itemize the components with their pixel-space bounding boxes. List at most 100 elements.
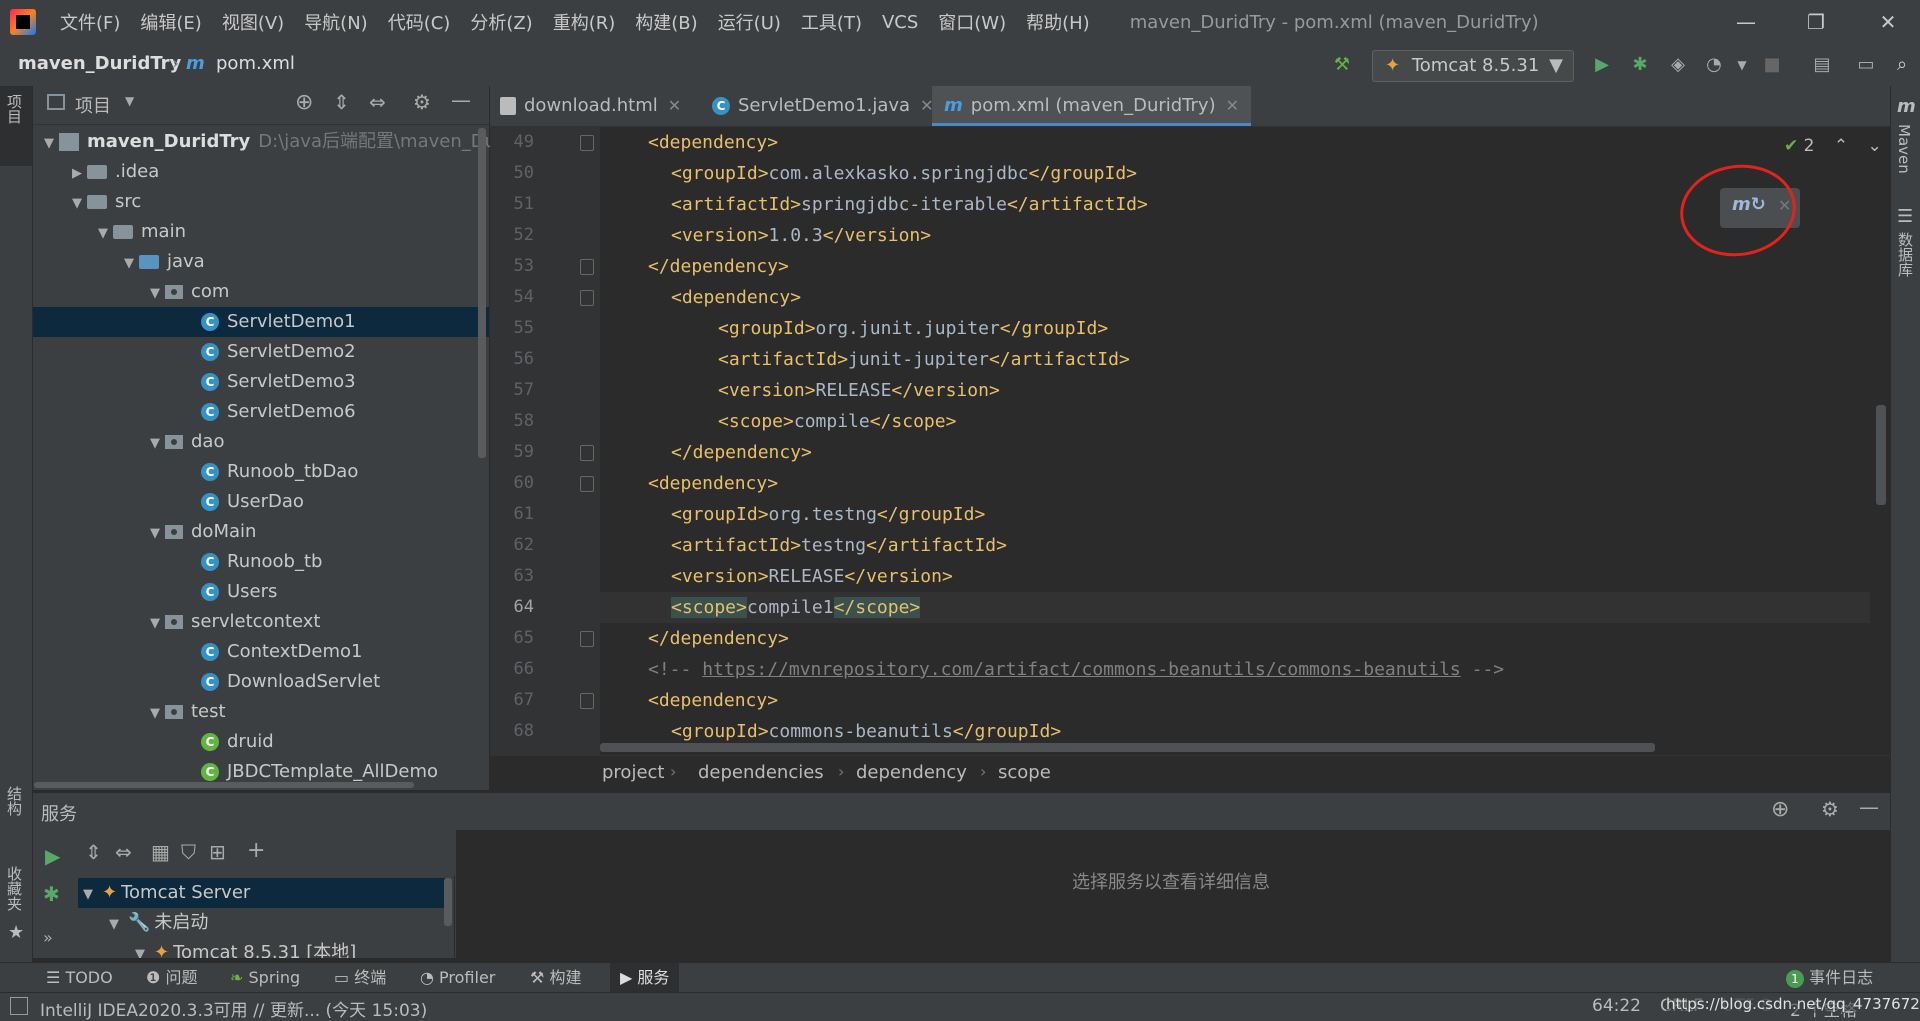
tool-tab-build[interactable]: ⚒ 构建: [530, 963, 581, 993]
collapse-all-icon[interactable]: ⇔: [369, 90, 386, 114]
tree-item-src[interactable]: ▼ src: [33, 187, 489, 217]
tool-tab-spring[interactable]: ❧ Spring: [230, 963, 300, 993]
tree-item-servletdemo3[interactable]: C ServletDemo3: [33, 367, 489, 397]
expand-arrow-icon[interactable]: ▼: [67, 189, 87, 219]
expand-arrow-icon[interactable]: ▼: [39, 129, 59, 159]
editor-vertical-scrollbar[interactable]: [1876, 405, 1886, 505]
fold-marker-icon[interactable]: [580, 445, 594, 461]
tab-servletdemo1-java[interactable]: C ServletDemo1.java ✕: [712, 86, 933, 126]
menu-help[interactable]: 帮助(H): [1016, 9, 1100, 35]
menu-run[interactable]: 运行(U): [708, 9, 791, 35]
favorites-tool-label[interactable]: 收藏夹: [4, 866, 25, 911]
tab-pom-xml[interactable]: m pom.xml (maven_DuridTry) ✕: [932, 86, 1252, 126]
expand-arrow-icon[interactable]: ▼: [145, 609, 165, 639]
comment-link[interactable]: https://mvnrepository.com/artifact/commo…: [702, 659, 1461, 680]
project-tool-tab[interactable]: 项目: [0, 86, 32, 166]
tree-root[interactable]: ▼ maven_DuridTry D:\java后端配置\maven_Dur: [33, 127, 503, 159]
services-scrollbar[interactable]: [444, 878, 452, 926]
menu-navigate[interactable]: 导航(N): [294, 9, 378, 35]
event-log-button[interactable]: 1 事件日志: [1786, 963, 1873, 993]
fold-marker-icon[interactable]: [580, 631, 594, 647]
chevron-down-icon[interactable]: ⌄: [1868, 136, 1882, 156]
service-tomcat-local[interactable]: ▼ ✦ Tomcat 8.5.31 [本地]: [78, 938, 446, 958]
expand-arrow-icon[interactable]: ▼: [145, 699, 165, 729]
toggle-toolwindows-icon[interactable]: [10, 997, 28, 1015]
tree-item-test[interactable]: ▼ test: [33, 697, 489, 727]
tree-item-users[interactable]: C Users: [33, 577, 489, 607]
collapse-all-icon[interactable]: ⇔: [115, 840, 132, 864]
tree-item-domain[interactable]: ▼ doMain: [33, 517, 489, 547]
tool-tab-terminal[interactable]: ▭ 终端: [334, 963, 386, 993]
minimize-icon[interactable]: —: [1718, 0, 1774, 44]
expand-arrow-icon[interactable]: ▼: [119, 249, 139, 279]
tree-item-servletdemo1[interactable]: C ServletDemo1: [33, 307, 489, 337]
menu-view[interactable]: 视图(V): [212, 9, 294, 35]
menu-code[interactable]: 代码(C): [378, 9, 461, 35]
status-message[interactable]: IntelliJ IDEA2020.3.3可用 // 更新... (今天 15:…: [40, 996, 427, 1021]
tree-item-contextdemo1[interactable]: C ContextDemo1: [33, 637, 489, 667]
menu-refactor[interactable]: 重构(R): [543, 9, 626, 35]
tool-tab-problems[interactable]: ❶ 问题: [146, 963, 197, 993]
breadcrumb-dependencies[interactable]: dependencies: [698, 762, 824, 783]
fold-marker-icon[interactable]: [580, 290, 594, 306]
more-chevron-icon[interactable]: »: [43, 928, 53, 947]
debug-icon[interactable]: ✱: [1626, 51, 1654, 79]
maven-tool-label[interactable]: Maven: [1895, 124, 1913, 174]
menu-edit[interactable]: 编辑(E): [130, 9, 211, 35]
project-panel-title[interactable]: 项目: [75, 92, 111, 118]
fold-marker-icon[interactable]: [580, 476, 594, 492]
breadcrumb-scope[interactable]: scope: [998, 762, 1051, 783]
breadcrumb-project[interactable]: project: [602, 762, 664, 783]
tree-item-java[interactable]: ▼ java: [33, 247, 489, 277]
menu-build[interactable]: 构建(B): [625, 9, 707, 35]
expand-arrow-icon[interactable]: ▼: [145, 429, 165, 459]
debug-icon[interactable]: ✱: [43, 882, 60, 906]
expand-arrow-icon[interactable]: ▼: [78, 880, 98, 910]
gear-icon[interactable]: ⚙: [1821, 797, 1839, 821]
group-icon[interactable]: ▦: [151, 840, 170, 864]
tree-item-servletdemo2[interactable]: C ServletDemo2: [33, 337, 489, 367]
stop-icon[interactable]: ■: [1758, 51, 1786, 79]
menu-tools[interactable]: 工具(T): [791, 9, 872, 35]
hide-panel-icon[interactable]: —: [1859, 795, 1879, 819]
restore-icon[interactable]: ❐: [1788, 0, 1844, 44]
more-run-chevron-icon[interactable]: ▼: [1728, 51, 1756, 79]
gear-icon[interactable]: ⚙: [413, 90, 431, 114]
fold-marker-icon[interactable]: [580, 259, 594, 275]
chevron-up-icon[interactable]: ⌃: [1834, 136, 1848, 156]
fold-marker-icon[interactable]: [580, 693, 594, 709]
inspection-widget[interactable]: ✔ 2 ⌃ ⌄: [1784, 136, 1882, 156]
search-icon[interactable]: ⌕: [1888, 51, 1916, 79]
project-vertical-scrollbar[interactable]: [478, 128, 486, 458]
database-tool-label[interactable]: 数据库: [1895, 232, 1916, 277]
tab-download-html[interactable]: download.html ✕: [500, 86, 681, 126]
terminal-window-icon[interactable]: ▭: [1852, 51, 1880, 79]
build-hammer-icon[interactable]: ⚒: [1328, 51, 1356, 79]
run-icon[interactable]: ▶: [1588, 51, 1616, 79]
tree-item-com[interactable]: ▼ com: [33, 277, 489, 307]
breadcrumb-dependency[interactable]: dependency: [856, 762, 967, 783]
tree-item-userdao[interactable]: C UserDao: [33, 487, 489, 517]
tree-item-servletdemo6[interactable]: C ServletDemo6: [33, 397, 489, 427]
expand-arrow-icon[interactable]: ▼: [104, 910, 124, 940]
tree-item-druid[interactable]: Cdruid: [33, 727, 489, 757]
locate-icon[interactable]: ⊕: [1771, 797, 1789, 822]
expand-arrow-icon[interactable]: ▼: [145, 279, 165, 309]
project-horizontal-scrollbar[interactable]: [34, 782, 414, 788]
tree-item-downloadservlet[interactable]: C DownloadServlet: [33, 667, 489, 697]
fold-marker-icon[interactable]: [580, 135, 594, 151]
hide-panel-icon[interactable]: —: [451, 88, 471, 112]
tool-tab-profiler[interactable]: ◔ Profiler: [420, 963, 495, 993]
caret-position[interactable]: 64:22: [1592, 996, 1641, 1016]
menu-analyze[interactable]: 分析(Z): [460, 9, 542, 35]
tree-item-dao[interactable]: ▼ dao: [33, 427, 489, 457]
menu-window[interactable]: 窗口(W): [928, 9, 1016, 35]
service-tomcat-server[interactable]: ▼ ✦ Tomcat Server: [78, 878, 446, 908]
run-icon[interactable]: ▶: [45, 844, 60, 868]
nav-file[interactable]: pom.xml: [216, 53, 295, 74]
tree-item-main[interactable]: ▼ main: [33, 217, 489, 247]
project-structure-icon[interactable]: ▤: [1808, 51, 1836, 79]
run-config-select[interactable]: ✦ Tomcat 8.5.31 ▼: [1372, 50, 1574, 82]
filter-icon[interactable]: ⛉: [181, 840, 196, 864]
expand-arrow-icon[interactable]: ▼: [93, 219, 113, 249]
